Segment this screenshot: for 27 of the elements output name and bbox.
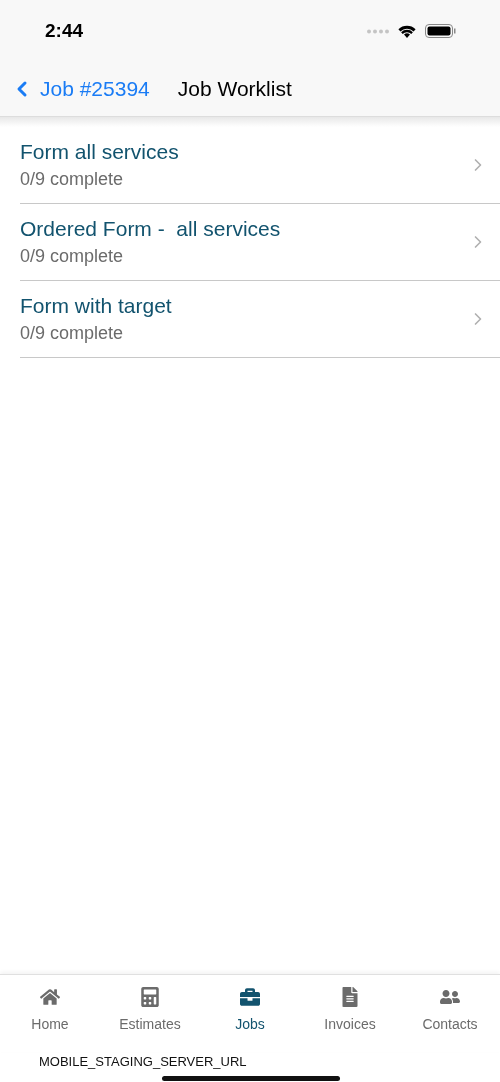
status-time: 2:44 — [45, 20, 84, 42]
screen-title: Job Worklist — [177, 77, 292, 101]
worklist-item[interactable]: Form with target 0/9 complete — [20, 281, 500, 358]
battery-icon — [425, 24, 456, 38]
tab[interactable]: Estimates — [100, 987, 200, 1052]
form-title: Ordered Form - all services — [20, 217, 281, 241]
tab[interactable]: Invoices — [300, 987, 400, 1052]
home-indicator[interactable] — [162, 1076, 340, 1081]
document-icon — [340, 987, 360, 1007]
briefcase-icon — [240, 987, 260, 1007]
signal-icon — [367, 28, 389, 34]
tab[interactable]: Jobs — [200, 987, 300, 1052]
worklist-item[interactable]: Ordered Form - all services 0/9 complete — [20, 204, 500, 281]
progress-text: 0/9 complete — [20, 246, 125, 267]
back-link[interactable]: Job #25394 — [10, 77, 150, 101]
tab[interactable]: Contacts — [400, 987, 500, 1052]
progress-text: 0/9 complete — [20, 169, 125, 190]
form-title: Form all services — [20, 140, 179, 164]
tab[interactable]: Home — [0, 987, 100, 1052]
wifi-icon — [397, 23, 417, 39]
progress-text: 0/9 complete — [20, 323, 125, 344]
people-icon — [440, 987, 460, 1007]
server-note: MOBILE_STAGING_SERVER_URL — [39, 1054, 247, 1069]
worklist-item[interactable]: Form all services 0/9 complete — [20, 127, 500, 204]
home-icon — [40, 987, 60, 1007]
calculator-icon — [140, 987, 160, 1007]
form-title: Form with target — [20, 294, 172, 318]
